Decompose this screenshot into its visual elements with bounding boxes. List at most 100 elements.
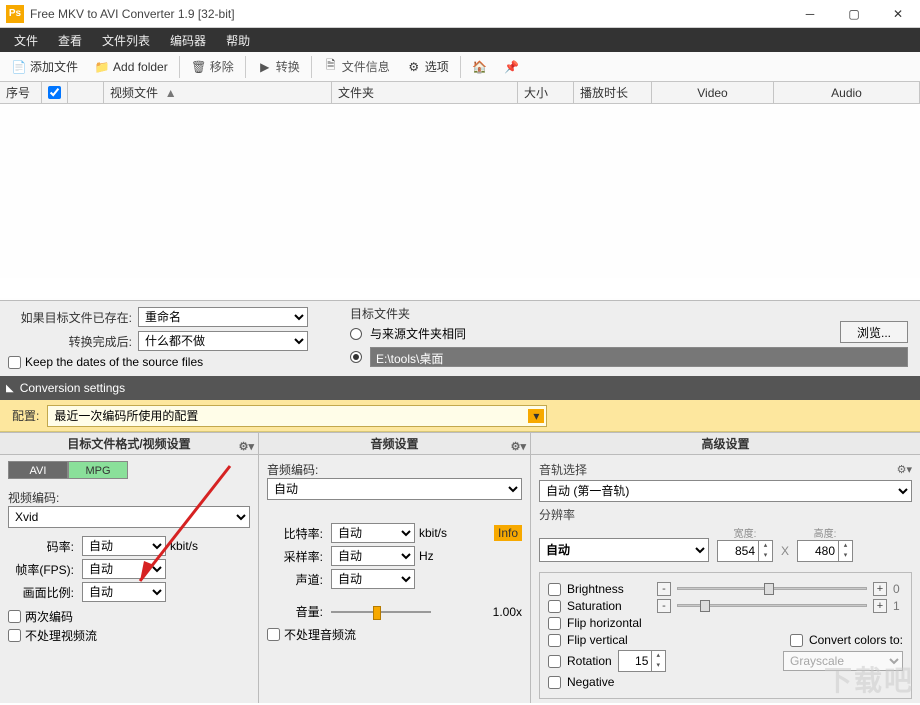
same-source-radio[interactable] [350,328,362,340]
menu-help[interactable]: 帮助 [216,29,260,52]
if-exists-label: 如果目标文件已存在: [8,309,138,326]
saturation-checkbox[interactable] [548,600,561,613]
audio-codec-select[interactable]: 自动 [267,478,522,500]
fps-select[interactable]: 自动 [82,559,166,579]
custom-path-radio[interactable] [350,351,362,363]
brightness-label: Brightness [567,582,651,596]
sample-select[interactable]: 自动 [331,546,415,566]
col-video[interactable]: Video [652,82,774,103]
resolution-select[interactable]: 自动 [539,538,709,562]
no-video-label: 不处理视频流 [25,627,97,644]
col2-title: 音频设置 [370,437,418,451]
saturation-minus[interactable]: - [657,599,671,613]
flip-h-checkbox[interactable] [548,617,561,630]
two-pass-checkbox[interactable] [8,610,21,623]
height-spinner[interactable]: 480▴▾ [797,540,853,562]
grayscale-select: Grayscale [783,651,903,671]
destination-bar: 如果目标文件已存在:重命名 转换完成后:什么都不做 Keep the dates… [0,300,920,376]
maximize-button[interactable]: ▢ [832,0,876,28]
convert-colors-checkbox[interactable] [790,634,803,647]
if-exists-select[interactable]: 重命名 [138,307,308,327]
video-codec-select[interactable]: Xvid [8,506,250,528]
col-icon[interactable] [68,82,104,103]
bitrate-label: 码率: [8,538,78,555]
menu-view[interactable]: 查看 [48,29,92,52]
col-num[interactable]: 序号 [0,82,42,103]
saturation-plus[interactable]: + [873,599,887,613]
menu-encoder[interactable]: 编码器 [160,29,216,52]
video-bitrate-select[interactable]: 自动 [82,536,166,556]
volume-value: 1.00x [493,605,522,619]
width-label: 宽度: [717,525,773,540]
same-source-label: 与来源文件夹相同 [370,325,466,342]
options-button[interactable]: ⚙选项 [399,54,456,79]
flip-v-checkbox[interactable] [548,634,561,647]
minimize-button[interactable]: ─ [788,0,832,28]
brightness-plus[interactable]: + [873,582,887,596]
toolbar: 📄添加文件 📁Add folder 🗑移除 ▶转换 🗎文件信息 ⚙选项 🏠 📌 [0,52,920,82]
channels-label: 声道: [267,571,327,588]
remove-button[interactable]: 🗑移除 [184,54,241,79]
video-settings-panel: 目标文件格式/视频设置⚙▾ AVI MPG 视频编码: Xvid 码率:自动kb… [0,432,258,703]
config-value: 最近一次编码所使用的配置 [54,407,198,424]
negative-checkbox[interactable] [548,676,561,689]
col-audio[interactable]: Audio [774,82,920,103]
tab-mpg[interactable]: MPG [68,461,128,479]
brightness-value: 0 [893,582,903,596]
aspect-label: 画面比例: [8,584,78,601]
audio-bitrate-select[interactable]: 自动 [331,523,415,543]
width-spinner[interactable]: 854▴▾ [717,540,773,562]
col-folder[interactable]: 文件夹 [332,82,518,103]
aspect-select[interactable]: 自动 [82,582,166,602]
track-label: 音轨选择 [539,461,587,478]
rotation-spinner[interactable]: 15▴▾ [618,650,666,672]
chevron-down-icon: ▾ [528,409,544,423]
convert-colors-label: Convert colors to: [809,633,903,647]
close-button[interactable]: ✕ [876,0,920,28]
col-size[interactable]: 大小 [518,82,574,103]
info-button[interactable]: Info [494,525,522,541]
pin-button[interactable]: 📌 [497,55,527,79]
col-duration[interactable]: 播放时长 [574,82,652,103]
bitrate-unit: kbit/s [170,539,198,553]
checkall-checkbox[interactable] [48,86,61,99]
after-conv-select[interactable]: 什么都不做 [138,331,308,351]
add-file-icon: 📄 [11,59,27,75]
convert-button[interactable]: ▶转换 [250,54,307,79]
advanced-settings-panel: 高级设置 音轨选择⚙▾ 自动 (第一音轨) 分辨率 自动 宽度:854▴▾ X … [530,432,920,703]
tab-avi[interactable]: AVI [8,461,68,479]
brightness-checkbox[interactable] [548,583,561,596]
track-select[interactable]: 自动 (第一音轨) [539,480,912,502]
no-video-checkbox[interactable] [8,629,21,642]
saturation-slider[interactable] [677,599,867,613]
home-button[interactable]: 🏠 [465,55,495,79]
res-label: 分辨率 [539,506,912,523]
browse-button[interactable]: 浏览... [840,321,908,343]
negative-label: Negative [567,675,614,689]
title-bar: Ps Free MKV to AVI Converter 1.9 [32-bit… [0,0,920,28]
format-tabs: AVI MPG [8,461,250,479]
col-file[interactable]: 视频文件 ▲ [104,82,332,103]
sort-asc-icon: ▲ [165,86,177,100]
config-select[interactable]: 最近一次编码所使用的配置 ▾ [47,405,547,427]
channels-select[interactable]: 自动 [331,569,415,589]
no-audio-checkbox[interactable] [267,628,280,641]
saturation-label: Saturation [567,599,651,613]
brightness-minus[interactable]: - [657,582,671,596]
gear-icon[interactable]: ⚙▾ [897,463,912,476]
file-info-button[interactable]: 🗎文件信息 [316,54,397,79]
col-check[interactable] [42,82,68,103]
video-codec-label: 视频编码: [8,489,250,506]
brightness-slider[interactable] [677,582,867,596]
file-grid[interactable] [0,104,920,300]
add-folder-button[interactable]: 📁Add folder [87,55,175,79]
menu-filelist[interactable]: 文件列表 [92,29,160,52]
gear-icon[interactable]: ⚙▾ [511,436,526,458]
menu-file[interactable]: 文件 [4,29,48,52]
rotation-checkbox[interactable] [548,655,561,668]
conversion-section-header[interactable]: ◣ Conversion settings [0,376,920,400]
volume-slider[interactable] [331,605,431,619]
add-file-button[interactable]: 📄添加文件 [4,54,85,79]
keep-dates-checkbox[interactable] [8,356,21,369]
target-path-field[interactable]: E:\tools\桌面 [370,347,908,367]
